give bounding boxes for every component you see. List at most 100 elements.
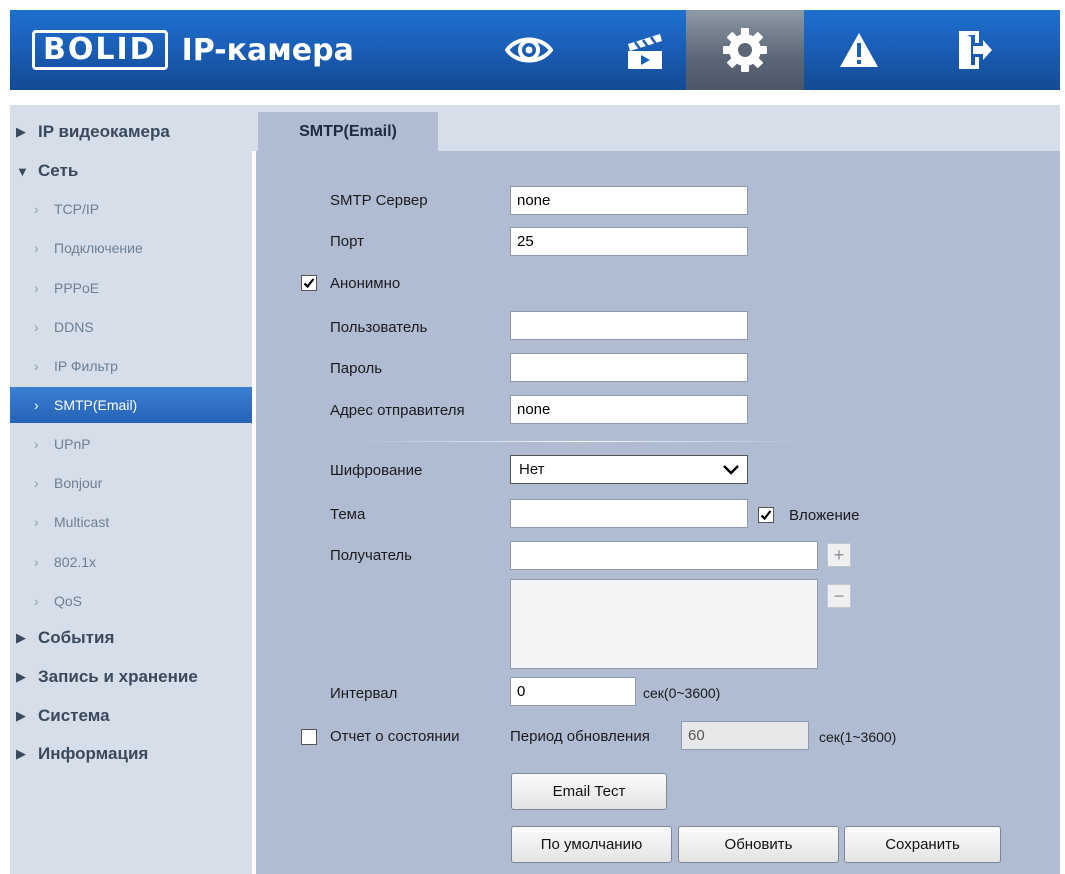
interval-input[interactable]	[510, 677, 636, 706]
expand-triangle-icon: ▶	[16, 124, 26, 139]
sidebar-group-info[interactable]: ▶ Информация	[10, 736, 252, 772]
sidebar-item-smtp[interactable]: › SMTP(Email)	[10, 387, 252, 423]
brand-logo: BOLID IP-камера	[32, 28, 354, 72]
subject-label: Тема	[330, 506, 366, 523]
section-divider	[346, 441, 816, 442]
recipient-input[interactable]	[510, 541, 818, 570]
recipient-label: Получатель	[330, 547, 412, 564]
sidebar-item-label: UPnP	[54, 436, 91, 452]
sidebar-group-events[interactable]: ▶ События	[10, 620, 252, 656]
encryption-label: Шифрование	[330, 462, 423, 479]
nav-settings[interactable]	[686, 10, 804, 90]
expand-triangle-icon: ▶	[16, 669, 26, 684]
port-label: Порт	[330, 233, 365, 250]
sidebar-item-label: DDNS	[54, 319, 94, 335]
sidebar-group-label: Сеть	[38, 161, 79, 180]
expand-triangle-icon: ▶	[16, 746, 26, 761]
logout-icon	[959, 31, 992, 69]
chevron-right-icon: ›	[34, 475, 39, 491]
interval-unit: сек(0~3600)	[643, 685, 721, 701]
nav-logout[interactable]	[916, 10, 1034, 90]
sidebar: ▶ IP видеокамера ▼ Сеть › TCP/IP › Подкл…	[10, 105, 252, 874]
clapperboard-icon	[628, 34, 662, 69]
sidebar-group-label: Запись и хранение	[38, 667, 198, 686]
sidebar-group-storage[interactable]: ▶ Запись и хранение	[10, 659, 252, 695]
email-test-button[interactable]: Email Тест	[511, 773, 667, 810]
chevron-right-icon: ›	[34, 554, 39, 570]
sidebar-item-ddns[interactable]: › DDNS	[10, 309, 252, 345]
port-input[interactable]	[510, 227, 748, 256]
update-period-unit: сек(1~3600)	[819, 729, 897, 745]
chevron-right-icon: ›	[34, 514, 39, 530]
sidebar-item-connection[interactable]: › Подключение	[10, 230, 252, 266]
tab-bar: SMTP(Email)	[252, 105, 1060, 151]
update-period-label: Период обновления	[510, 728, 650, 745]
smtp-settings-panel: SMTP Сервер Порт Анонимно Пользователь П…	[256, 151, 1060, 874]
sidebar-item-pppoe[interactable]: › PPPoE	[10, 270, 252, 306]
username-label: Пользователь	[330, 319, 428, 336]
sidebar-group-system[interactable]: ▶ Система	[10, 698, 252, 734]
password-input[interactable]	[510, 353, 748, 382]
chevron-right-icon: ›	[34, 319, 39, 335]
app-title: IP-камера	[181, 32, 354, 68]
top-header: BOLID IP-камера	[10, 10, 1060, 90]
sidebar-group-label: Информация	[38, 744, 149, 763]
sender-address-input[interactable]	[510, 395, 748, 424]
tab-smtp-email[interactable]: SMTP(Email)	[258, 112, 438, 151]
smtp-server-input[interactable]	[510, 186, 748, 215]
anonymous-label: Анонимно	[330, 275, 401, 292]
username-input[interactable]	[510, 311, 748, 340]
chevron-down-icon	[723, 464, 739, 475]
sidebar-item-label: Bonjour	[54, 475, 103, 491]
chevron-right-icon: ›	[34, 280, 39, 296]
chevron-right-icon: ›	[34, 593, 39, 609]
password-label: Пароль	[330, 360, 383, 377]
health-report-checkbox[interactable]	[301, 729, 317, 745]
anonymous-checkbox[interactable]	[301, 275, 317, 291]
warning-icon	[840, 33, 878, 67]
sidebar-item-label: Multicast	[54, 514, 110, 530]
sidebar-item-label: 802.1x	[54, 554, 97, 570]
sidebar-item-label: PPPoE	[54, 280, 100, 296]
recipient-list[interactable]	[510, 579, 818, 669]
nav-live-view[interactable]	[470, 10, 588, 90]
eye-icon	[505, 37, 553, 63]
sidebar-item-multicast[interactable]: › Multicast	[10, 504, 252, 540]
sidebar-item-ip-filter[interactable]: › IP Фильтр	[10, 348, 252, 384]
chevron-right-icon: ›	[34, 397, 39, 413]
sidebar-item-label: TCP/IP	[54, 201, 100, 217]
sidebar-item-label: QoS	[54, 593, 83, 609]
chevron-right-icon: ›	[34, 358, 39, 374]
smtp-server-label: SMTP Сервер	[330, 192, 428, 209]
subject-input[interactable]	[510, 499, 748, 528]
sidebar-item-label: Подключение	[54, 240, 143, 256]
update-period-input[interactable]	[681, 721, 809, 750]
sidebar-group-label: IP видеокамера	[38, 122, 170, 141]
encryption-select[interactable]: Нет	[510, 455, 748, 484]
sidebar-item-bonjour[interactable]: › Bonjour	[10, 465, 252, 501]
checkmark-icon	[760, 510, 772, 521]
sender-address-label: Адрес отправителя	[330, 402, 465, 419]
refresh-button[interactable]: Обновить	[678, 826, 839, 863]
nav-alarm[interactable]	[800, 10, 918, 90]
remove-recipient-button[interactable]: −	[827, 584, 851, 608]
interval-label: Интервал	[330, 685, 398, 702]
sidebar-group-network[interactable]: ▼ Сеть	[10, 153, 252, 189]
sidebar-item-label: SMTP(Email)	[54, 397, 138, 413]
sidebar-group-camera[interactable]: ▶ IP видеокамера	[10, 114, 252, 150]
checkmark-icon	[303, 278, 315, 289]
attachment-checkbox[interactable]	[758, 507, 774, 523]
sidebar-item-tcpip[interactable]: › TCP/IP	[10, 191, 252, 227]
chevron-right-icon: ›	[34, 240, 39, 256]
gear-icon	[723, 28, 767, 72]
add-recipient-button[interactable]: +	[827, 543, 851, 567]
sidebar-group-label: События	[38, 628, 115, 647]
save-button[interactable]: Сохранить	[844, 826, 1001, 863]
health-report-label: Отчет о состоянии	[330, 728, 460, 745]
sidebar-item-8021x[interactable]: › 802.1x	[10, 544, 252, 580]
default-button[interactable]: По умолчанию	[511, 826, 672, 863]
sidebar-item-label: IP Фильтр	[54, 358, 118, 374]
sidebar-item-qos[interactable]: › QoS	[10, 583, 252, 619]
expand-triangle-icon: ▶	[16, 630, 26, 645]
sidebar-item-upnp[interactable]: › UPnP	[10, 426, 252, 462]
